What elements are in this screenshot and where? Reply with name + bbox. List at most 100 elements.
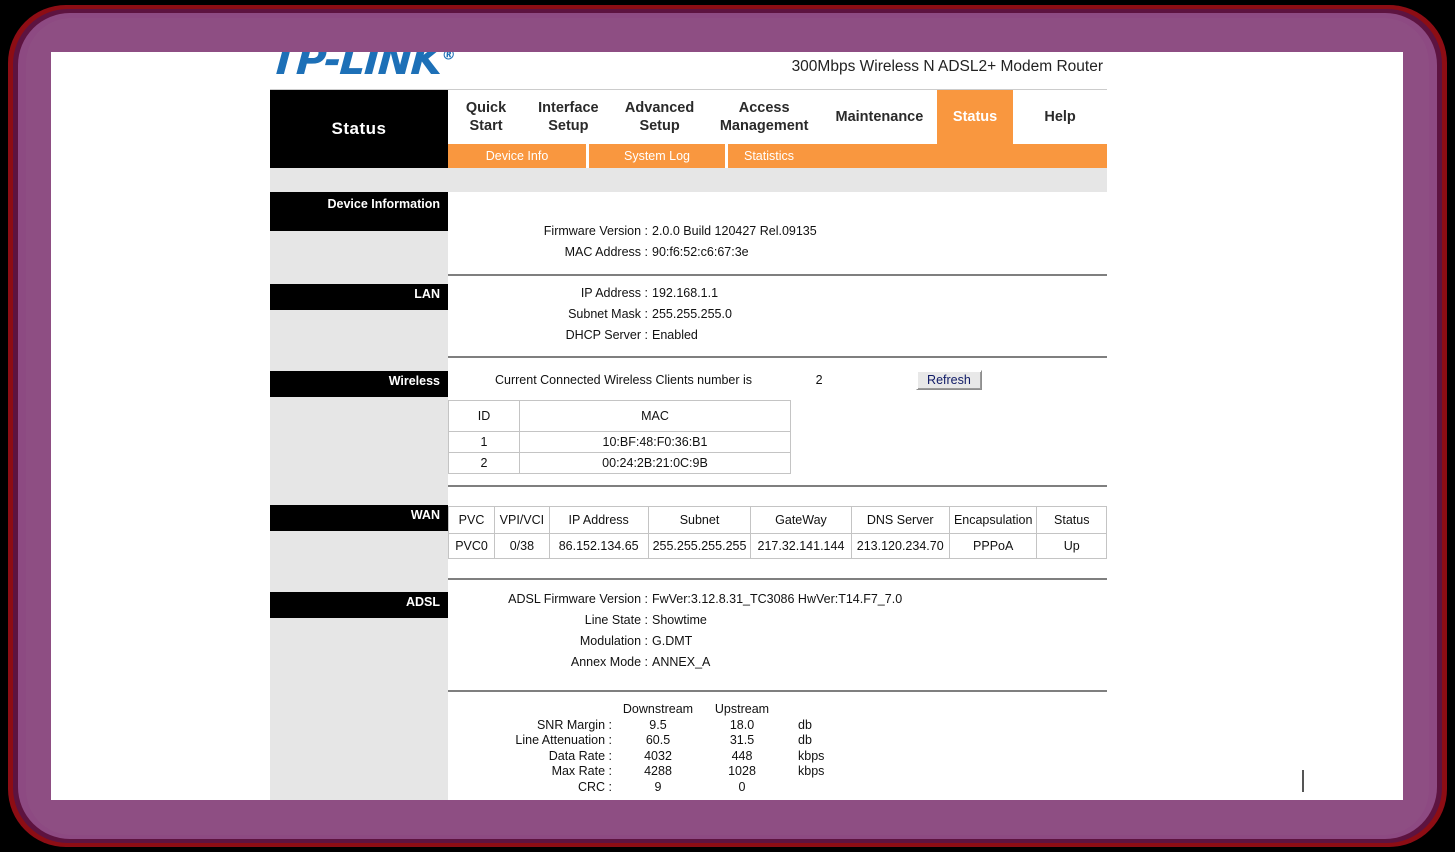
- table-row: 1 10:BF:48:F0:36:B1: [449, 432, 791, 453]
- field-annex-mode-label: Annex Mode :: [448, 652, 652, 673]
- stats-corner-blank: [448, 702, 616, 718]
- table-header-row: PVC VPI/VCI IP Address Subnet GateWay DN…: [449, 507, 1107, 534]
- nav-tab-quick-start[interactable]: Quick Start: [448, 90, 524, 144]
- field-mac-address: MAC Address : 90:f6:52:c6:67:3e: [448, 242, 1107, 263]
- table-row: SNR Margin : 9.5 18.0 db: [448, 718, 862, 734]
- field-modulation-value: G.DMT: [652, 631, 692, 652]
- field-firmware-version: Firmware Version : 2.0.0 Build 120427 Re…: [448, 221, 1107, 242]
- wan-row-0-pvc: PVC0: [449, 534, 495, 559]
- stats-row-data-rate-upstream: 448: [700, 749, 784, 765]
- subnav-tab-device-info[interactable]: Device Info: [448, 144, 586, 168]
- field-line-state: Line State : Showtime: [448, 610, 1107, 631]
- nav-tab-interface-setup[interactable]: Interface Setup: [524, 90, 613, 144]
- stats-row-crc-upstream: 0: [700, 780, 784, 796]
- router-admin-ui: TP-LINK® 300Mbps Wireless N ADSL2+ Modem…: [270, 52, 1107, 800]
- wireless-row-0-mac: 10:BF:48:F0:36:B1: [520, 432, 791, 453]
- tplink-logo: TP-LINK®: [268, 52, 457, 84]
- wireless-clients-count: 2: [804, 373, 834, 387]
- stats-row-data-rate-label: Data Rate :: [448, 749, 616, 765]
- stats-col-unit-blank: [784, 702, 862, 718]
- sidebar-section-wan: WAN: [270, 505, 448, 531]
- field-annex-mode: Annex Mode : ANNEX_A: [448, 652, 1107, 673]
- wireless-row-1-id: 2: [449, 453, 520, 474]
- subnav-tab-system-log[interactable]: System Log: [589, 144, 725, 168]
- field-dhcp-server: DHCP Server : Enabled: [448, 325, 1107, 346]
- section-label-sidebar: Device Information LAN Wireless WAN ADSL: [270, 192, 448, 800]
- sidebar-section-wireless: Wireless: [270, 371, 448, 397]
- stats-row-max-rate-label: Max Rate :: [448, 764, 616, 780]
- sidebar-section-device-information: Device Information: [270, 192, 448, 231]
- spacer: [448, 487, 1107, 506]
- table-row: Data Rate : 4032 448 kbps: [448, 749, 862, 765]
- stats-row-snr-margin-label: SNR Margin :: [448, 718, 616, 734]
- wireless-clients-row: Current Connected Wireless Clients numbe…: [448, 358, 1107, 400]
- adsl-stats-spacer: [448, 673, 1107, 690]
- stats-row-line-attenuation-label: Line Attenuation :: [448, 733, 616, 749]
- table-row: PVC0 0/38 86.152.134.65 255.255.255.255 …: [449, 534, 1107, 559]
- router-model-name: 300Mbps Wireless N ADSL2+ Modem Router: [792, 58, 1103, 76]
- sidebar-gap: [270, 618, 448, 800]
- adsl-spacer: [448, 559, 1107, 578]
- wireless-clients-table: ID MAC 1 10:BF:48:F0:36:B1 2 00:24: [448, 400, 791, 474]
- nav-tab-access-management[interactable]: Access Management: [707, 90, 822, 144]
- stats-row-data-rate-unit: kbps: [784, 749, 862, 765]
- field-dhcp-server-value: Enabled: [652, 325, 698, 346]
- table-header-row: ID MAC: [449, 401, 791, 432]
- wan-col-encapsulation: Encapsulation: [949, 507, 1037, 534]
- device-information-spacer: [448, 192, 1107, 221]
- content-body: Device Information LAN Wireless WAN ADSL…: [270, 192, 1107, 800]
- field-modulation-label: Modulation :: [448, 631, 652, 652]
- stats-row-max-rate-downstream: 4288: [616, 764, 700, 780]
- field-adsl-firmware-version-label: ADSL Firmware Version :: [448, 589, 652, 610]
- subnav-tab-statistics[interactable]: Statistics: [728, 144, 866, 168]
- spacer: [448, 276, 1107, 283]
- registered-trademark-icon: ®: [441, 52, 456, 63]
- text-cursor-caret: [1302, 770, 1304, 792]
- subnav-left-spacer: [270, 144, 448, 168]
- lan-spacer: [448, 263, 1107, 274]
- wan-row-0-ip-address: 86.152.134.65: [549, 534, 648, 559]
- sidebar-gap: [270, 531, 448, 592]
- subnav-bar: Device Info System Log Statistics: [448, 144, 1107, 168]
- table-header-row: Downstream Upstream: [448, 702, 862, 718]
- field-line-state-value: Showtime: [652, 610, 707, 631]
- refresh-button-wrap: Refresh: [916, 370, 982, 390]
- main-nav-items: Quick Start Interface Setup Advanced Set…: [448, 90, 1107, 144]
- adsl-stats-divider: [448, 690, 1107, 692]
- spacer: [448, 580, 1107, 589]
- sidebar-gap: [270, 310, 448, 371]
- content-top-gray-band: [270, 168, 1107, 192]
- stats-row-line-attenuation-upstream: 31.5: [700, 733, 784, 749]
- field-firmware-version-value: 2.0.0 Build 120427 Rel.09135: [652, 221, 817, 242]
- main-navigation: Status Quick Start Interface Setup Advan…: [270, 90, 1107, 144]
- refresh-button[interactable]: Refresh: [916, 370, 982, 390]
- wan-row-0-dns-server: 213.120.234.70: [851, 534, 949, 559]
- field-subnet-mask: Subnet Mask : 255.255.255.0: [448, 304, 1107, 325]
- wireless-row-1-mac: 00:24:2B:21:0C:9B: [520, 453, 791, 474]
- sidebar-gap: [270, 397, 448, 505]
- nav-tab-help[interactable]: Help: [1013, 90, 1107, 144]
- stats-row-max-rate-upstream: 1028: [700, 764, 784, 780]
- field-lan-ip-address-label: IP Address :: [448, 283, 652, 304]
- content-column: Firmware Version : 2.0.0 Build 120427 Re…: [448, 192, 1107, 800]
- field-line-state-label: Line State :: [448, 610, 652, 631]
- stats-col-downstream: Downstream: [616, 702, 700, 718]
- nav-tab-advanced-setup[interactable]: Advanced Setup: [613, 90, 707, 144]
- wan-row-0-encapsulation: PPPoA: [949, 534, 1037, 559]
- stats-row-line-attenuation-unit: db: [784, 733, 862, 749]
- nav-tab-maintenance[interactable]: Maintenance: [822, 90, 937, 144]
- wireless-row-0-id: 1: [449, 432, 520, 453]
- stats-row-crc-downstream: 9: [616, 780, 700, 796]
- stats-col-upstream: Upstream: [700, 702, 784, 718]
- field-subnet-mask-label: Subnet Mask :: [448, 304, 652, 325]
- nav-tab-status[interactable]: Status: [937, 90, 1013, 144]
- device-information-panel: Firmware Version : 2.0.0 Build 120427 Re…: [448, 221, 1107, 263]
- wireless-col-mac: MAC: [520, 401, 791, 432]
- browser-page-canvas: TP-LINK® 300Mbps Wireless N ADSL2+ Modem…: [51, 52, 1403, 800]
- field-annex-mode-value: ANNEX_A: [652, 652, 710, 673]
- sub-navigation: Device Info System Log Statistics: [270, 144, 1107, 168]
- sidebar-section-adsl: ADSL: [270, 592, 448, 618]
- field-firmware-version-label: Firmware Version :: [448, 221, 652, 242]
- wireless-panel: Current Connected Wireless Clients numbe…: [448, 358, 1107, 474]
- field-subnet-mask-value: 255.255.255.0: [652, 304, 732, 325]
